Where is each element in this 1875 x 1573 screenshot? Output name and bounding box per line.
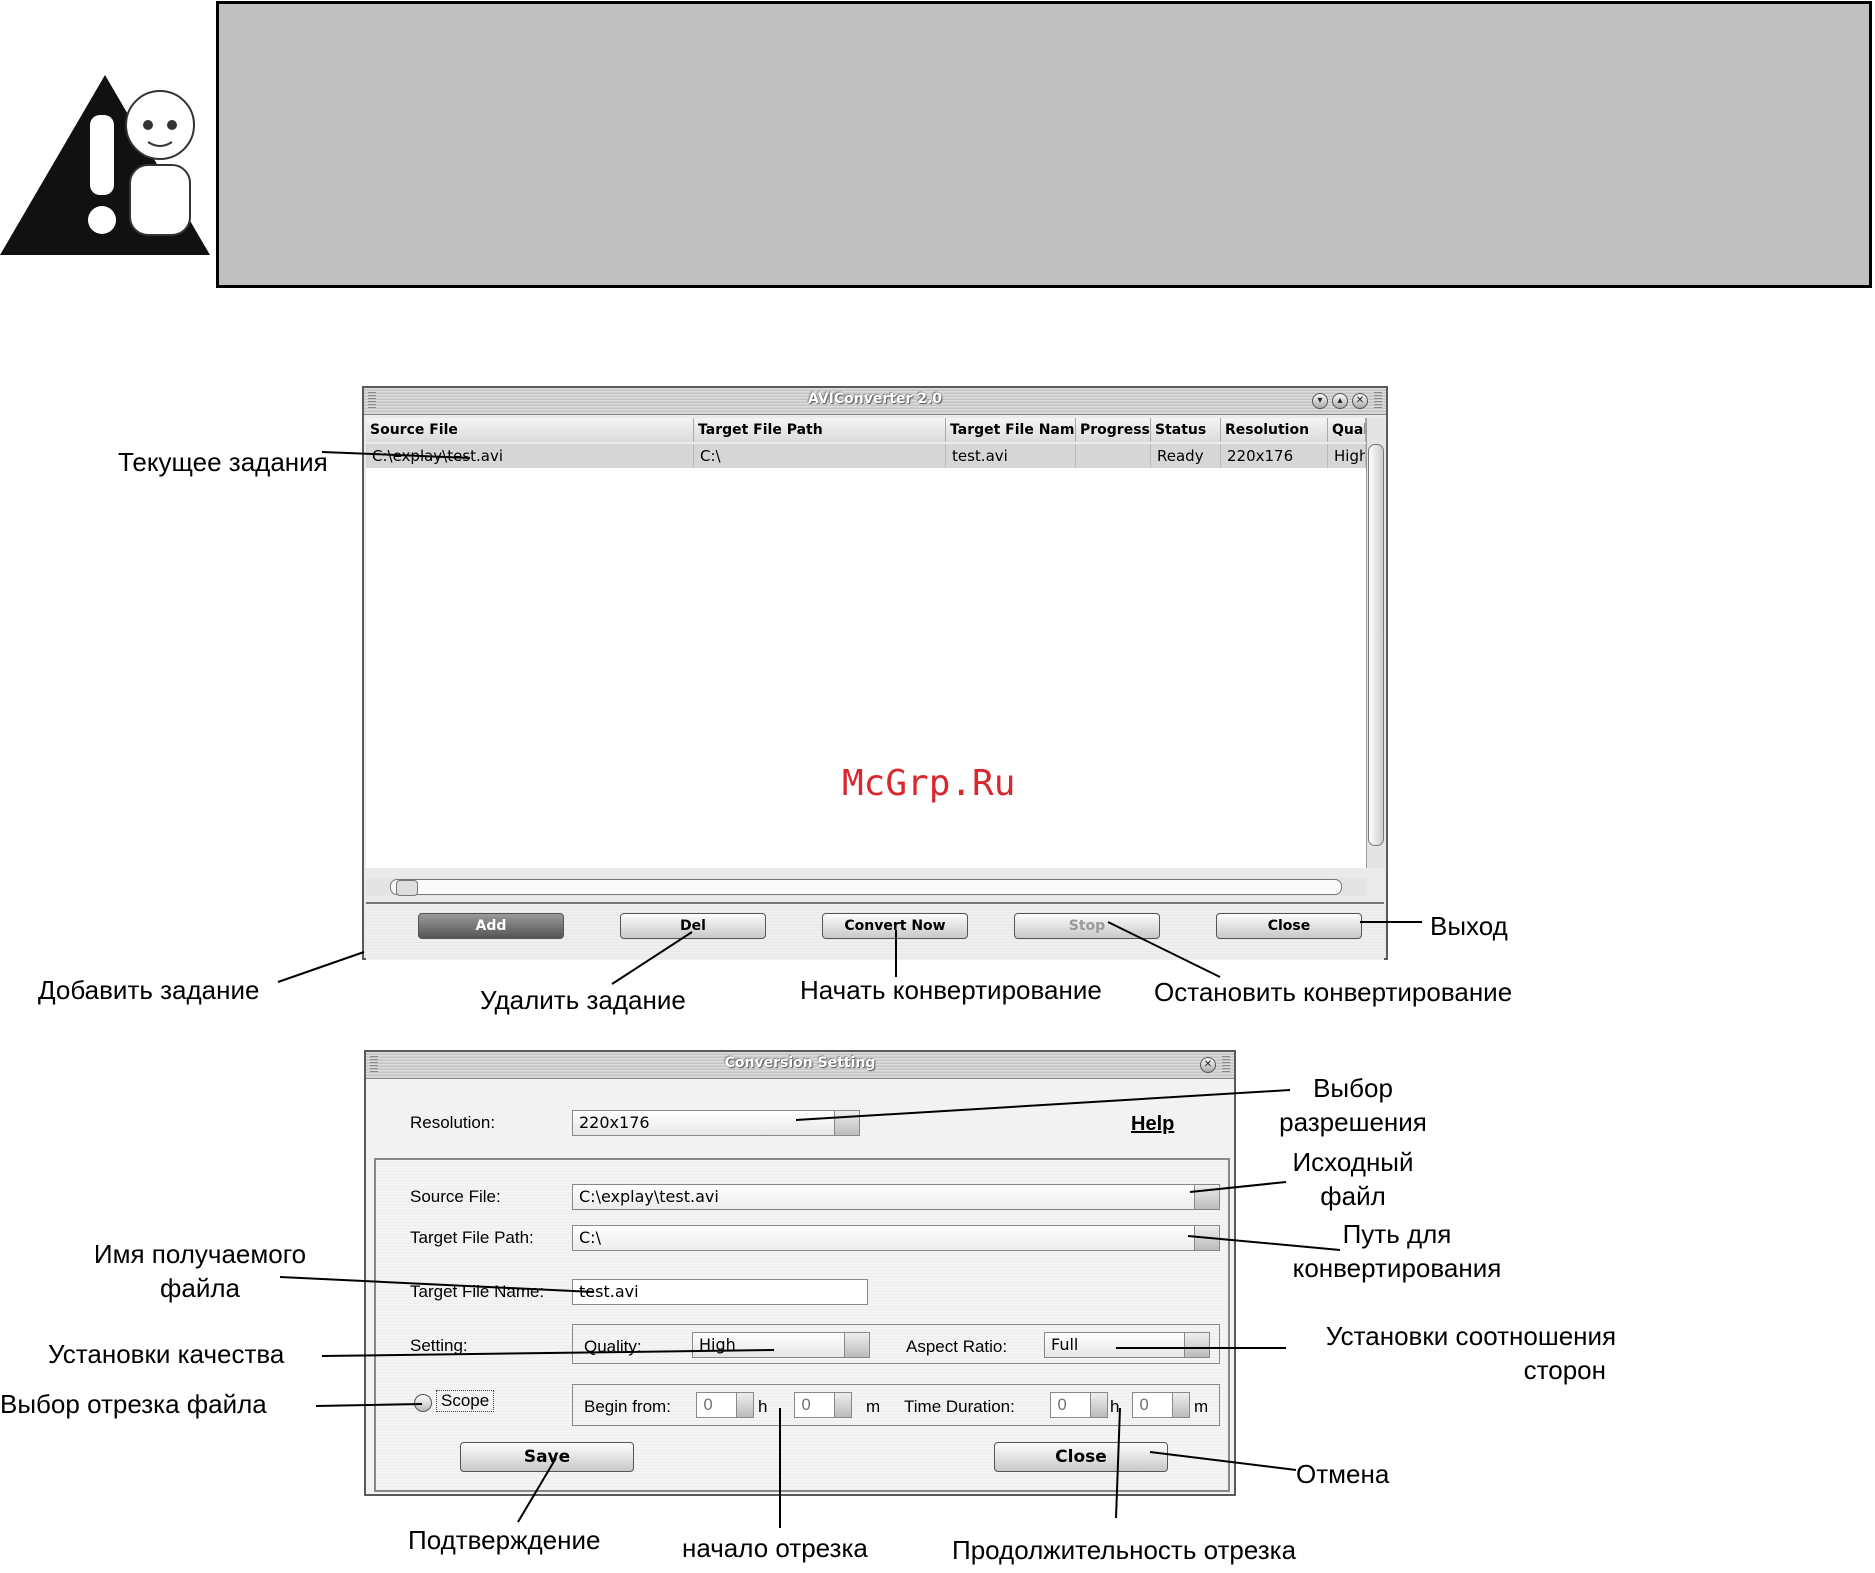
- annotation-source-1: Исходный: [1292, 1147, 1414, 1177]
- annotation-quality: Установки качества: [48, 1339, 285, 1369]
- annotation-delete-task: Удалить задание: [480, 985, 686, 1015]
- annotation-exit: Выход: [1430, 911, 1508, 941]
- annotation-start-convert: Начать конвертирование: [800, 975, 1102, 1005]
- annotation-path-1: Путь для: [1342, 1219, 1452, 1249]
- annotation-name-2: файла: [159, 1273, 240, 1303]
- annotation-source-2: файл: [1320, 1181, 1386, 1211]
- annotation-path-2: конвертирования: [1292, 1253, 1502, 1283]
- annotation-resolution-2: разрешения: [1279, 1107, 1427, 1137]
- annotation-stop-convert: Остановить конвертирование: [1154, 977, 1513, 1007]
- annotation-add-task: Добавить задание: [38, 975, 260, 1005]
- annotation-aspect-1: Установки соотношения: [1325, 1321, 1617, 1351]
- annotation-current-task: Текущее задания: [118, 447, 328, 477]
- annotation-cancel: Отмена: [1296, 1459, 1390, 1489]
- annotation-scope: Выбор отрезка файла: [0, 1389, 267, 1419]
- annotation-begin: начало отрезка: [682, 1533, 868, 1563]
- annotation-resolution-1: Выбор: [1313, 1073, 1393, 1103]
- annotation-duration: Продолжительность отрезка: [952, 1535, 1297, 1565]
- annotation-name-1: Имя получаемого: [93, 1239, 307, 1269]
- annotation-aspect-2: сторон: [1523, 1355, 1606, 1385]
- annotation-confirm: Подтверждение: [408, 1525, 601, 1555]
